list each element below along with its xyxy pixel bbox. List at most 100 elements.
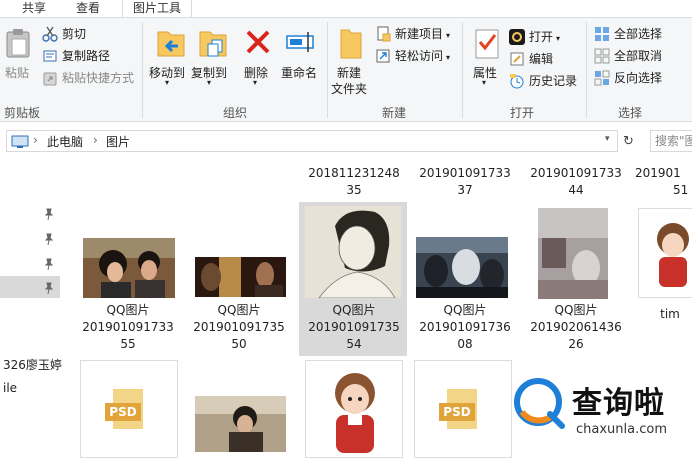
- select-all-label: 全部选择: [614, 27, 663, 41]
- pin-icon[interactable]: [44, 258, 54, 270]
- tab-share[interactable]: 共享: [14, 0, 54, 18]
- copy-path-button[interactable]: 复制路径: [42, 46, 110, 66]
- delete-x-icon: [246, 30, 270, 54]
- edit-button[interactable]: 编辑: [509, 49, 553, 69]
- easy-access-icon: [376, 49, 390, 62]
- search-input[interactable]: 搜索"图: [650, 130, 692, 152]
- delete-dropdown-icon: ▾: [253, 78, 258, 87]
- address-bar[interactable]: › 此电脑 › 图片 ▾: [6, 130, 618, 152]
- new-item-icon: [377, 26, 391, 41]
- navigation-pane: 326廖玉婷 ile: [0, 156, 62, 463]
- refresh-icon[interactable]: ↻: [623, 134, 634, 149]
- psd-file-tile: PSD: [414, 360, 512, 458]
- select-all-button[interactable]: 全部选择: [594, 24, 662, 44]
- psd-file-tile: PSD: [80, 360, 178, 458]
- invert-selection-button[interactable]: 反向选择: [594, 68, 662, 88]
- cut-button[interactable]: 剪切: [42, 24, 86, 44]
- ribbon-tabs: 共享 查看 图片工具: [0, 0, 692, 18]
- file-name: tim: [660, 307, 680, 321]
- invert-selection-icon: [594, 70, 610, 85]
- image-thumbnail: [83, 238, 175, 298]
- history-icon: [510, 73, 524, 88]
- rename-label: 重命名: [281, 66, 318, 80]
- easy-access-dropdown-icon: ▾: [446, 53, 451, 62]
- file-name: QQ图片 201901091736 08: [419, 303, 511, 351]
- partial-caption: ‾: [76, 156, 180, 160]
- nav-item-326[interactable]: 326廖玉婷: [3, 356, 62, 373]
- breadcrumb-chevron-icon: ›: [93, 133, 98, 147]
- select-none-icon: [594, 48, 610, 63]
- edit-label: 编辑: [529, 52, 554, 66]
- paste-shortcut-icon: [43, 72, 57, 85]
- open-button[interactable]: 打开 ▾: [509, 27, 560, 47]
- watermark: 查询啦 chaxunla.com: [512, 372, 692, 442]
- edit-pencil-icon: [510, 52, 524, 65]
- history-label: 历史记录: [529, 74, 578, 88]
- pin-icon[interactable]: [44, 233, 54, 245]
- breadcrumb-this-pc[interactable]: 此电脑: [47, 133, 83, 150]
- image-tile: [305, 360, 403, 458]
- image-thumbnail: [416, 237, 508, 298]
- watermark-name: 查询啦: [572, 386, 665, 421]
- select-all-icon: [595, 26, 609, 41]
- file-name: QQ图片 201901091735 50: [193, 303, 285, 351]
- paste-label: 粘贴: [5, 66, 30, 80]
- image-thumbnail: [657, 223, 689, 287]
- clipboard-group-label: 剪贴板: [3, 106, 40, 120]
- address-bar-area: › 此电脑 › 图片 ▾ ↻ 搜索"图: [0, 126, 692, 156]
- select-group-label: 选择: [617, 106, 642, 120]
- open-dropdown-icon: ▾: [556, 34, 561, 43]
- properties-check-icon: [475, 29, 499, 59]
- breadcrumb-pictures[interactable]: 图片: [106, 133, 130, 150]
- file-name: QQ图片 201901091733 55: [82, 303, 174, 351]
- open-icon: [509, 28, 525, 45]
- file-name: 201901091733 44: [530, 166, 622, 197]
- new-item-button[interactable]: 新建项目 ▾: [375, 24, 450, 44]
- new-item-dropdown-icon: ▾: [446, 31, 451, 40]
- pin-icon[interactable]: [44, 208, 54, 220]
- nav-item-file[interactable]: ile: [3, 381, 17, 395]
- image-thumbnail: [195, 257, 286, 297]
- image-thumbnail: [335, 373, 375, 453]
- image-thumbnail: [195, 396, 286, 452]
- select-none-button[interactable]: 全部取消: [594, 46, 662, 66]
- history-button[interactable]: 历史记录: [509, 71, 577, 91]
- paste-shortcut-label: 粘贴快捷方式: [62, 71, 135, 85]
- breadcrumb-chevron-icon: ›: [33, 133, 38, 147]
- ribbon-separator: [586, 22, 587, 118]
- image-thumbnail: [538, 208, 608, 299]
- image-tile: [638, 208, 692, 298]
- partial-caption: ‾: [187, 156, 291, 160]
- easy-access-button[interactable]: 轻松访问 ▾: [375, 46, 450, 66]
- tab-view[interactable]: 查看: [68, 0, 108, 18]
- cut-label: 剪切: [62, 27, 87, 41]
- file-name: 201901091733 37: [419, 166, 511, 197]
- pin-icon[interactable]: [44, 282, 54, 294]
- new-group-label: 新建: [381, 106, 406, 120]
- ribbon-separator: [142, 22, 143, 118]
- file-name: 201811231248 35: [308, 166, 400, 197]
- copy-path-label: 复制路径: [62, 49, 111, 63]
- new-folder-icon: [340, 29, 362, 59]
- ribbon-separator: [462, 22, 463, 118]
- copy-to-dropdown-icon: ▾: [207, 78, 212, 87]
- move-to-dropdown-icon: ▾: [165, 78, 170, 87]
- move-to-icon: [157, 31, 185, 57]
- tab-picture-tools[interactable]: 图片工具: [122, 0, 192, 18]
- file-name: QQ图片 201902061436 26: [530, 303, 622, 351]
- address-dropdown-icon[interactable]: ▾: [605, 134, 610, 144]
- clipboard-icon: [6, 29, 30, 58]
- select-none-label: 全部取消: [614, 49, 663, 63]
- open-label: 打开: [529, 30, 554, 44]
- properties-dropdown-icon: ▾: [482, 78, 487, 87]
- rename-icon: [286, 32, 314, 52]
- invert-selection-label: 反向选择: [614, 71, 663, 85]
- new-folder-label-1: 新建: [337, 66, 362, 80]
- monitor-icon: [11, 135, 29, 148]
- file-name: 201901 51: [635, 166, 689, 197]
- new-folder-label-2: 文件夹: [331, 82, 368, 96]
- ribbon: 粘贴 剪切 复制路径 粘贴快捷方式 剪贴板 移动到 ▾ 复制到 ▾ 删除 ▾ 重…: [0, 18, 692, 122]
- watermark-logo-icon: [514, 378, 565, 429]
- new-item-label: 新建项目: [395, 27, 444, 41]
- paste-shortcut-button[interactable]: 粘贴快捷方式: [42, 68, 134, 88]
